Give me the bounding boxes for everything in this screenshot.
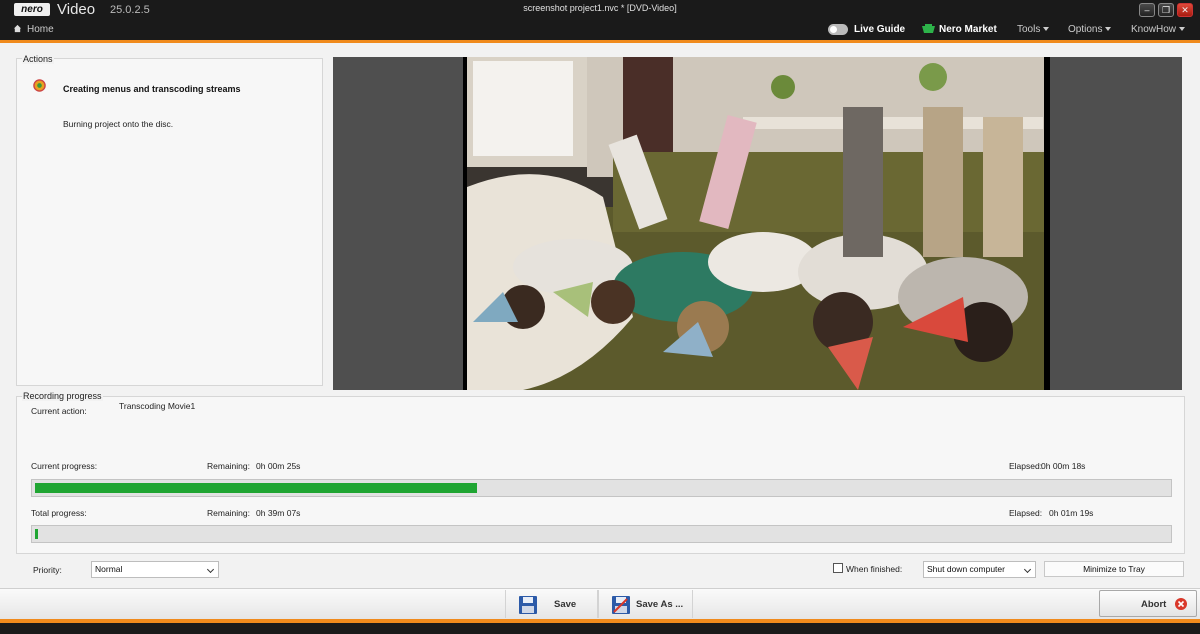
recording-progress-label: Recording progress bbox=[22, 391, 103, 401]
current-action-label: Current action: bbox=[31, 406, 87, 416]
home-link[interactable]: Home bbox=[13, 24, 54, 35]
priority-value: Normal bbox=[95, 564, 123, 574]
close-icon[interactable]: ✕ bbox=[1177, 3, 1193, 17]
document-title: screenshot project1.nvc * [DVD-Video] bbox=[523, 3, 677, 13]
current-progress-fill bbox=[35, 483, 477, 493]
priority-select[interactable]: Normal bbox=[91, 561, 219, 578]
preview-image bbox=[463, 57, 1050, 390]
menu-bar: Home Live Guide Nero Market Tools Option… bbox=[0, 20, 1200, 40]
live-guide-toggle[interactable] bbox=[828, 24, 848, 35]
menu-tools-label: Tools bbox=[1017, 24, 1041, 35]
menu-options[interactable]: Options bbox=[1068, 24, 1112, 35]
save-as-icon bbox=[612, 596, 630, 614]
menu-knowhow[interactable]: KnowHow bbox=[1131, 24, 1186, 35]
menu-knowhow-label: KnowHow bbox=[1131, 24, 1177, 35]
current-elapsed-value: 0h 00m 18s bbox=[1041, 461, 1086, 471]
save-label: Save bbox=[554, 599, 577, 610]
chevron-down-icon bbox=[1179, 27, 1186, 31]
save-as-label: Save As ... bbox=[636, 599, 684, 610]
total-elapsed-value: 0h 01m 19s bbox=[1049, 508, 1094, 518]
abort-icon bbox=[1175, 598, 1187, 610]
total-progress-label: Total progress: bbox=[31, 508, 87, 518]
current-elapsed-label: Elapsed: bbox=[1009, 461, 1043, 471]
chevron-down-icon bbox=[1105, 27, 1112, 31]
nero-market-link[interactable]: Nero Market bbox=[939, 24, 997, 35]
action-title: Creating menus and transcoding streams bbox=[63, 84, 241, 94]
video-preview bbox=[333, 57, 1182, 390]
menu-options-label: Options bbox=[1068, 24, 1103, 35]
home-label: Home bbox=[27, 24, 54, 35]
home-icon bbox=[13, 24, 22, 33]
current-progress-bar bbox=[31, 479, 1172, 497]
chevron-down-icon bbox=[206, 565, 215, 574]
chevron-down-icon bbox=[1043, 27, 1050, 31]
abort-label: Abort bbox=[1141, 599, 1167, 610]
when-finished-select[interactable]: Shut down computer bbox=[923, 561, 1036, 578]
total-remaining-value: 0h 39m 07s bbox=[256, 508, 301, 518]
floppy-disk-icon bbox=[519, 596, 537, 614]
accent-divider bbox=[0, 40, 1200, 43]
menu-tools[interactable]: Tools bbox=[1017, 24, 1050, 35]
current-remaining-label: Remaining: bbox=[207, 461, 250, 471]
priority-label: Priority: bbox=[33, 565, 62, 575]
title-bar: nero Video 25.0.2.5 screenshot project1.… bbox=[0, 0, 1200, 20]
current-progress-label: Current progress: bbox=[31, 461, 98, 471]
abort-button[interactable]: Abort bbox=[1099, 590, 1197, 617]
cart-icon bbox=[922, 24, 935, 33]
minimize-to-tray-button[interactable]: Minimize to Tray bbox=[1044, 561, 1184, 577]
nero-burn-icon bbox=[33, 79, 46, 92]
save-as-button[interactable]: Save As ... bbox=[598, 590, 693, 618]
total-elapsed-label: Elapsed: bbox=[1009, 508, 1043, 518]
when-finished-value: Shut down computer bbox=[927, 564, 1005, 574]
total-progress-fill bbox=[35, 529, 38, 539]
actions-panel: Creating menus and transcoding streams B… bbox=[16, 58, 323, 386]
current-action-value: Transcoding Movie1 bbox=[119, 401, 196, 411]
live-guide-label[interactable]: Live Guide bbox=[854, 24, 905, 35]
restore-icon[interactable]: ❐ bbox=[1158, 3, 1174, 17]
total-progress-bar bbox=[31, 525, 1172, 543]
status-strip bbox=[0, 623, 1200, 634]
chevron-down-icon bbox=[1023, 565, 1032, 574]
when-finished-checkbox[interactable] bbox=[833, 563, 843, 573]
save-button[interactable]: Save bbox=[505, 590, 598, 618]
action-description: Burning project onto the disc. bbox=[63, 119, 174, 129]
actions-section-label: Actions bbox=[22, 54, 54, 64]
current-remaining-value: 0h 00m 25s bbox=[256, 461, 301, 471]
minimize-icon[interactable]: – bbox=[1139, 3, 1155, 17]
total-remaining-label: Remaining: bbox=[207, 508, 250, 518]
when-finished-label: When finished: bbox=[846, 564, 903, 574]
